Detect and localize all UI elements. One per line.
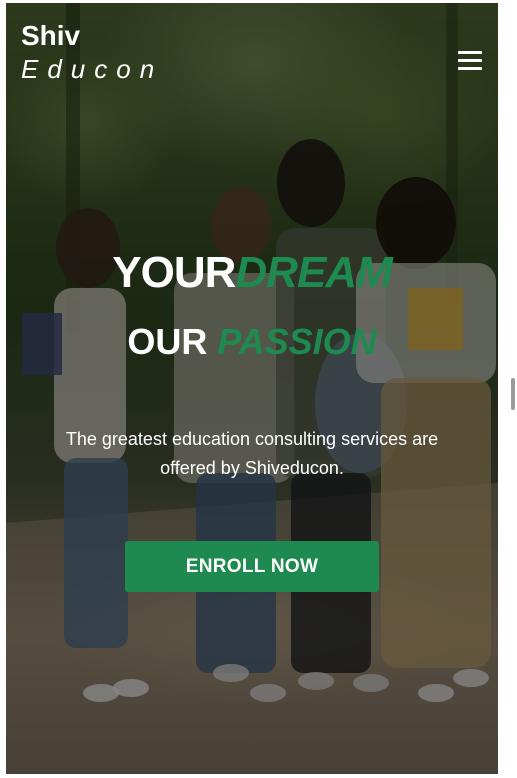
headline-dream: DREAM [235, 248, 392, 297]
scrollbar-thumb[interactable] [511, 378, 515, 410]
headline-passion: PASSION [217, 321, 377, 362]
hero-dark-overlay [6, 3, 498, 774]
headline-our: OUR [127, 321, 218, 362]
page-bottom-edge [0, 774, 517, 778]
menu-bar [458, 59, 482, 62]
hero-headline-line1: YOURDREAM [6, 247, 498, 299]
hero-headline-line2: OUR PASSION [6, 319, 498, 365]
hero-subtitle: The greatest education consulting servic… [65, 429, 439, 478]
hamburger-menu-icon[interactable] [458, 51, 482, 71]
menu-bar [458, 51, 482, 54]
enroll-now-button[interactable]: ENROLL NOW [125, 541, 379, 592]
brand-logo[interactable]: Shiv Educon [21, 20, 163, 86]
brand-name-line1: Shiv [21, 20, 81, 51]
hero-section: Shiv Educon YOURDREAM OUR PASSION The gr… [6, 3, 498, 774]
menu-bar [458, 67, 482, 70]
headline-your: YOUR [112, 248, 236, 297]
brand-name-line2: Educon [21, 54, 164, 84]
